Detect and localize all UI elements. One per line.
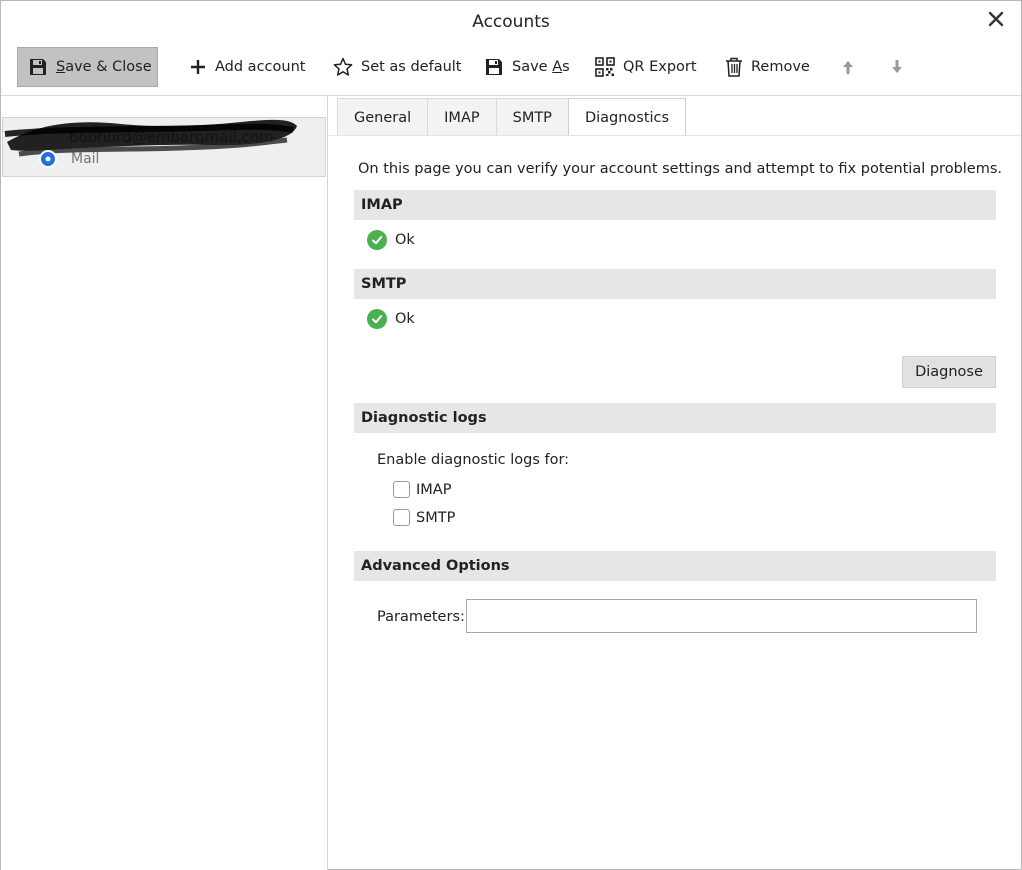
save-as-label: Save As: [512, 59, 570, 75]
check-circle-icon: [367, 309, 387, 329]
smtp-log-checkbox-row[interactable]: SMTP: [393, 509, 455, 526]
floppy-disk-icon: [484, 57, 504, 77]
floppy-disk-icon: [28, 57, 48, 77]
qr-code-icon: [595, 57, 615, 77]
set-as-default-button[interactable]: Set as default: [323, 47, 472, 87]
imap-section-header: IMAP: [354, 190, 996, 220]
imap-log-checkbox-row[interactable]: IMAP: [393, 481, 451, 498]
tab-imap[interactable]: IMAP: [427, 98, 497, 136]
imap-log-label: IMAP: [416, 481, 452, 498]
diagnostics-intro-text: On this page you can verify your account…: [358, 161, 1003, 177]
account-settings-panel: General IMAP SMTP Diagnostics On this pa…: [329, 96, 1021, 870]
save-close-label: Save & Close: [56, 59, 152, 75]
remove-button[interactable]: Remove: [715, 47, 820, 87]
tab-smtp[interactable]: SMTP: [495, 98, 569, 136]
enable-logs-label: Enable diagnostic logs for:: [377, 452, 570, 468]
move-up-icon[interactable]: [838, 57, 858, 77]
tab-divider: [329, 135, 1021, 136]
window-title: Accounts: [472, 12, 550, 32]
smtp-log-checkbox[interactable]: [393, 509, 410, 526]
account-status-badge: [39, 150, 57, 168]
plus-icon: [189, 58, 207, 76]
diagnostic-logs-header: Diagnostic logs: [354, 403, 996, 433]
remove-label: Remove: [751, 59, 810, 75]
add-account-button[interactable]: Add account: [179, 47, 315, 87]
imap-status-text: Ok: [395, 232, 415, 248]
parameters-input[interactable]: [466, 599, 977, 633]
advanced-options-header: Advanced Options: [354, 551, 996, 581]
qr-export-label: QR Export: [623, 59, 697, 75]
title-bar: Accounts: [1, 1, 1021, 43]
tab-general[interactable]: General: [337, 98, 429, 136]
smtp-log-label: SMTP: [416, 509, 456, 526]
diagnose-button[interactable]: Diagnose: [902, 356, 996, 388]
account-email: bobhurd@embarqmail.com: [69, 128, 274, 146]
settings-tabs: General IMAP SMTP Diagnostics: [337, 98, 687, 136]
accounts-window: Accounts Save & Close Add account Set as…: [0, 0, 1022, 870]
qr-export-button[interactable]: QR Export: [585, 47, 707, 87]
tab-diagnostics[interactable]: Diagnostics: [567, 98, 687, 136]
trash-icon: [725, 57, 743, 77]
account-sidebar: bobhurd@embarqmail.com Mail: [1, 96, 328, 870]
check-circle-icon: [367, 230, 387, 250]
toolbar: Save & Close Add account Set as default …: [1, 45, 1021, 91]
smtp-status-text: Ok: [395, 311, 415, 327]
smtp-section-header: SMTP: [354, 269, 996, 299]
parameters-label: Parameters:: [377, 609, 465, 625]
move-down-icon[interactable]: [887, 57, 907, 77]
star-icon: [333, 57, 353, 77]
smtp-status: Ok: [367, 309, 415, 329]
set-as-default-label: Set as default: [361, 59, 462, 75]
close-icon[interactable]: [985, 8, 1007, 30]
imap-log-checkbox[interactable]: [393, 481, 410, 498]
save-close-button[interactable]: Save & Close: [17, 47, 158, 87]
account-list-item[interactable]: bobhurd@embarqmail.com Mail: [2, 117, 326, 177]
save-as-button[interactable]: Save As: [474, 47, 580, 87]
imap-status: Ok: [367, 230, 415, 250]
account-type: Mail: [71, 151, 100, 167]
add-account-label: Add account: [215, 59, 306, 75]
